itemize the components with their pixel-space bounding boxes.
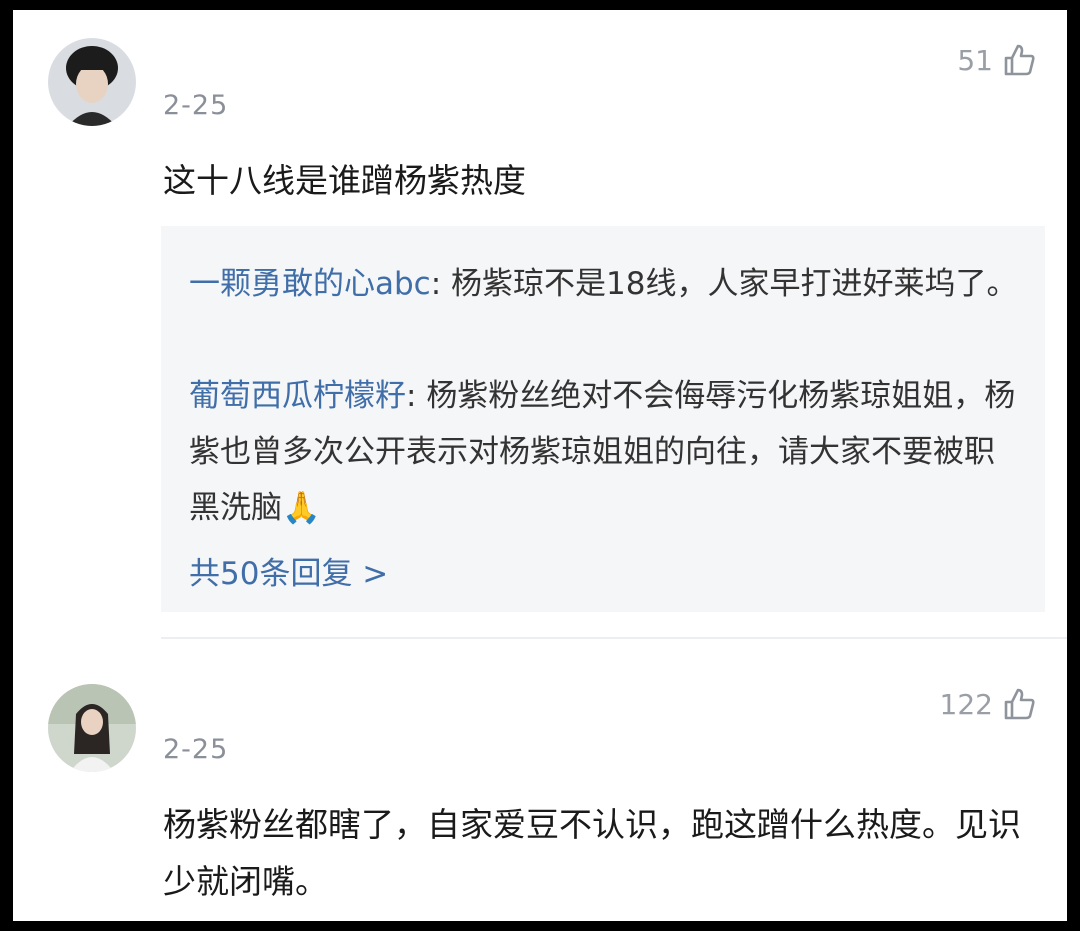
like-count: 51 [957,43,993,77]
comment-item: 2-25 122 杨紫粉丝都瞎了，自家爱豆不认识，跑这蹭什么热度。见识少就闭嘴。 [13,650,1067,921]
comment-item: 2-25 51 这十八线是谁蹭杨紫热度 一颗勇敢的心abc: 杨紫琼不是18线，… [13,10,1067,638]
like-button[interactable]: 122 [940,686,1037,722]
reply-separator: : [430,266,452,302]
reply-text: 杨紫琼不是18线，人家早打进好莱坞了。 [451,266,1018,302]
thumbs-up-icon [1001,42,1037,78]
username[interactable] [163,692,363,718]
comment-date: 2-25 [163,90,229,121]
avatar[interactable] [48,684,136,772]
reply-preview-box[interactable]: 一颗勇敢的心abc: 杨紫琼不是18线，人家早打进好莱坞了。 葡萄西瓜柠檬籽: … [161,226,1045,612]
like-button[interactable]: 51 [957,42,1037,78]
reply-item: 葡萄西瓜柠檬籽: 杨紫粉丝绝对不会侮辱污化杨紫琼姐姐，杨紫也曾多次公开表示对杨紫… [189,368,1019,536]
comment-text: 杨紫粉丝都瞎了，自家爱豆不认识，跑这蹭什么热度。见识少就闭嘴。 [163,805,1021,901]
comment-text: 这十八线是谁蹭杨紫热度 [163,161,526,200]
thumbs-up-icon [1001,686,1037,722]
reply-separator: : [406,378,427,414]
avatar[interactable] [48,38,136,126]
reply-author[interactable]: 一颗勇敢的心abc [189,266,431,302]
comment-list: 2-25 51 这十八线是谁蹭杨紫热度 一颗勇敢的心abc: 杨紫琼不是18线，… [13,10,1067,921]
comment-divider [161,637,1067,639]
like-count: 122 [939,687,993,721]
username[interactable] [163,44,413,70]
comment-date: 2-25 [163,734,229,765]
view-all-replies-link[interactable]: 共50条回复 > [189,548,388,593]
reply-item: 一颗勇敢的心abc: 杨紫琼不是18线，人家早打进好莱坞了。 [189,256,1019,312]
reply-author[interactable]: 葡萄西瓜柠檬籽 [189,378,406,414]
